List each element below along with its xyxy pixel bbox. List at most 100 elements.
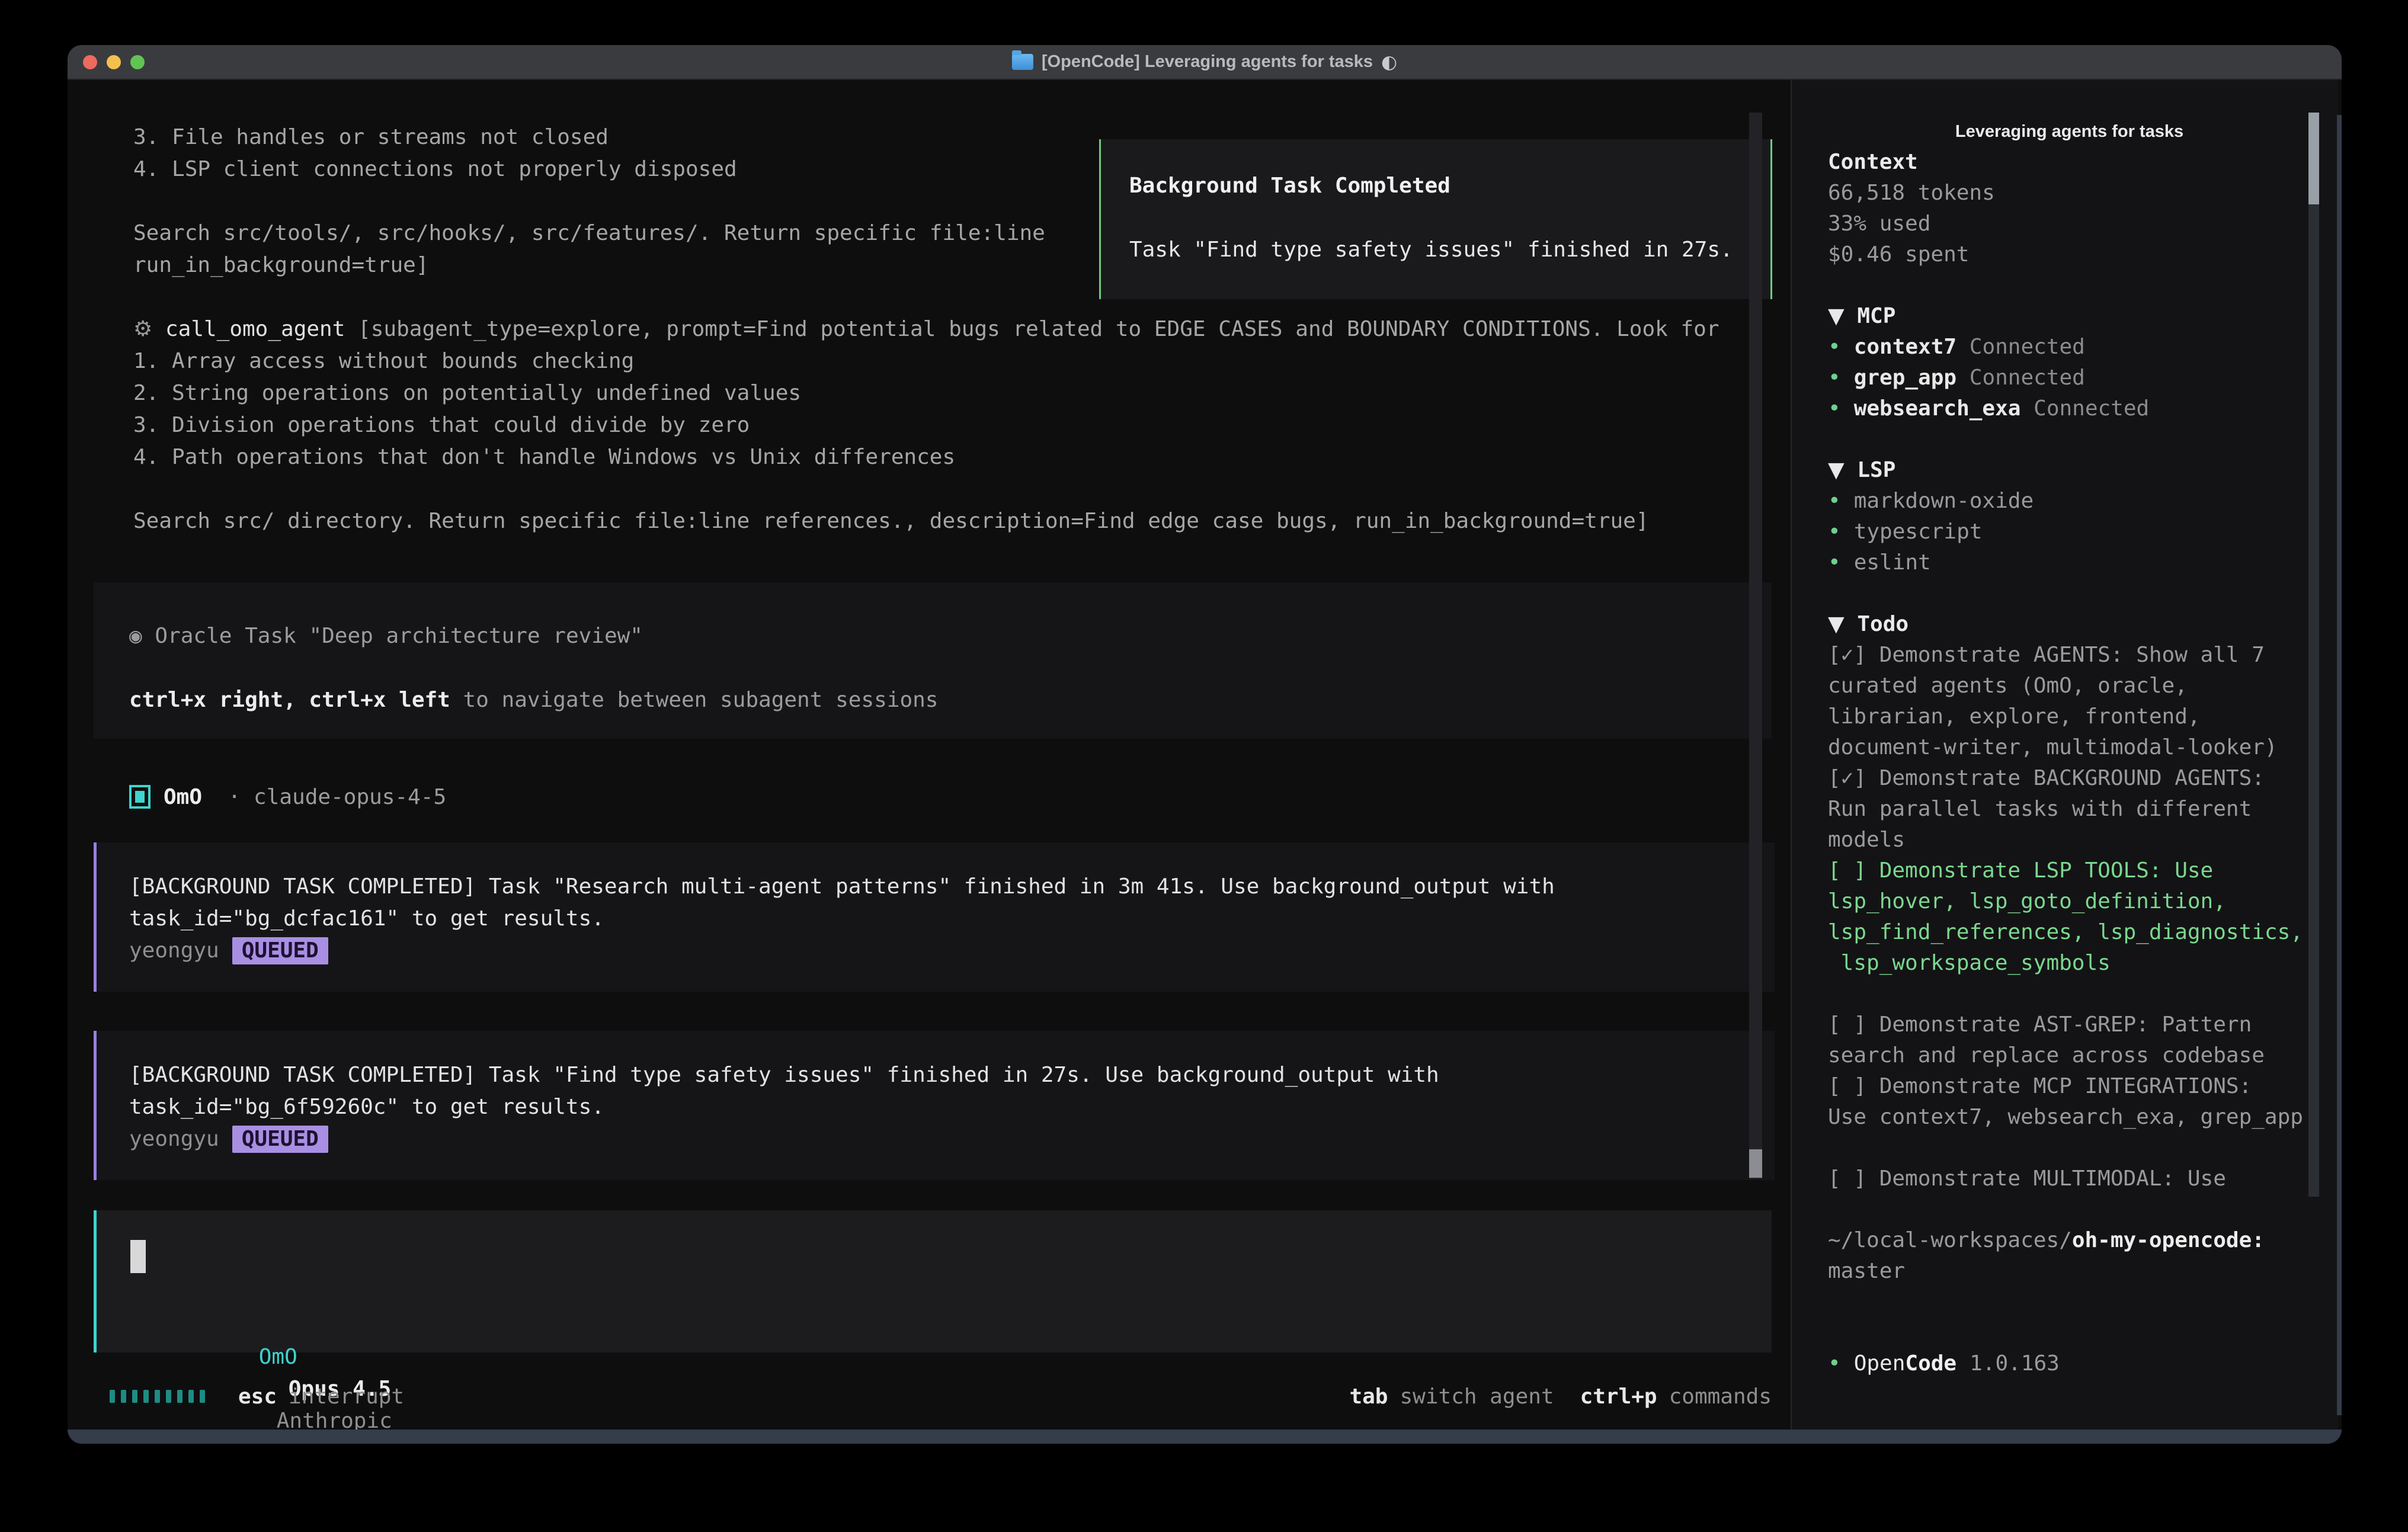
ctrlp-key-hint: ctrl+p <box>1580 1384 1657 1409</box>
tool-call-block: ⚙ call_omo_agent [subagent_type=explore,… <box>133 313 1767 537</box>
esc-key-label: interrupt <box>289 1384 404 1409</box>
bullet-icon: • <box>1828 1351 1841 1376</box>
spacer <box>133 473 1767 505</box>
context-heading: Context <box>1828 147 2311 178</box>
spacer <box>1828 1194 2311 1225</box>
traffic-lights <box>83 45 145 79</box>
todo-item-active: lsp_find_references, lsp_diagnostics, <box>1828 917 2311 948</box>
agent-avatar-icon <box>129 785 150 809</box>
status-bar: esc interrupt tab switch agent ctrl+p co… <box>110 1380 1772 1412</box>
todo-item-active: lsp_workspace_symbols <box>1828 948 2311 979</box>
task-message: [BACKGROUND TASK COMPLETED] Task "Find t… <box>94 1031 1775 1180</box>
bullet-icon: • <box>1828 550 1841 575</box>
section-todo[interactable]: ▼ Todo <box>1828 609 2311 640</box>
prompt-input[interactable]: OmO Opus 4.5 Anthropic <box>94 1210 1772 1352</box>
window-right-edge <box>2337 115 2342 1415</box>
todo-item: Use context7, websearch_exa, grep_app <box>1828 1102 2311 1133</box>
section-lsp[interactable]: ▼ LSP <box>1828 455 2311 486</box>
context-tokens: 66,518 tokens <box>1828 178 2311 209</box>
agent-model: · claude-opus-4-5 <box>215 785 446 809</box>
bullet-icon: • <box>1828 489 1841 513</box>
activity-spinner-icon <box>110 1390 205 1403</box>
close-button[interactable] <box>83 55 97 69</box>
window-title: [OpenCode] Leveraging agents for tasks <box>1042 52 1373 72</box>
todo-item: [✓] Demonstrate BACKGROUND AGENTS: <box>1828 763 2311 794</box>
task-author: yeongyu <box>129 935 219 967</box>
sidebar: Leveraging agents for tasks Context 66,5… <box>1828 116 2311 1379</box>
tool-arg-item: 3. Division operations that could divide… <box>133 409 1767 441</box>
bullet-icon: • <box>1828 366 1841 390</box>
agent-header: OmO · claude-opus-4-5 <box>129 781 446 813</box>
sidebar-scrollbar-track[interactable] <box>2308 113 2319 1197</box>
terminal-body: 3. File handles or streams not closed 4.… <box>68 80 2342 1430</box>
chat-scrollbar-thumb[interactable] <box>1749 1149 1762 1178</box>
ctrlp-key-label: commands <box>1669 1384 1772 1409</box>
background-task-toast: Background Task Completed Task "Find typ… <box>1099 139 1772 299</box>
task-author: yeongyu <box>129 1123 219 1155</box>
window-bottom-edge <box>68 1430 2342 1444</box>
window-title-group: [OpenCode] Leveraging agents for tasks ◐ <box>1012 45 1397 79</box>
task-message-line: [BACKGROUND TASK COMPLETED] Task "Resear… <box>129 871 1555 903</box>
tool-arg-tail: Search src/ directory. Return specific f… <box>133 505 1767 537</box>
task-message-line: task_id="bg_dcfac161" to get results. <box>129 903 604 935</box>
chevron-down-icon: ▼ <box>1828 612 1845 636</box>
shortcut-keys: ctrl+x right, ctrl+x left <box>129 688 450 712</box>
mcp-item: •websearch_exa Connected <box>1828 393 2311 424</box>
version-line: •OpenCode1.0.163 <box>1828 1348 2311 1379</box>
task-message: [BACKGROUND TASK COMPLETED] Task "Resear… <box>94 842 1775 992</box>
session-title: Leveraging agents for tasks <box>1955 116 2183 147</box>
input-agent-label: OmO <box>259 1345 297 1369</box>
tool-arg-item: 2. String operations on potentially unde… <box>133 377 1767 409</box>
shortcut-hint: to navigate between subagent sessions <box>450 688 939 712</box>
spacer <box>1828 1287 2311 1318</box>
spacer <box>1828 270 2311 301</box>
toast-body: Task "Find type safety issues" finished … <box>1129 234 1733 266</box>
input-meta: OmO Opus 4.5 Anthropic <box>130 1309 392 1341</box>
todo-item: [✓] Demonstrate AGENTS: Show all 7 <box>1828 640 2311 671</box>
bullet-icon: • <box>1828 396 1841 421</box>
status-badge: QUEUED <box>232 1126 328 1153</box>
tab-key-hint: tab <box>1349 1384 1388 1409</box>
todo-item: [ ] Demonstrate MULTIMODAL: Use <box>1828 1164 2311 1194</box>
terminal-window: [OpenCode] Leveraging agents for tasks ◐… <box>68 45 2342 1444</box>
lsp-item: •eslint <box>1828 547 2311 578</box>
section-mcp[interactable]: ▼ MCP <box>1828 301 2311 332</box>
oracle-task-title: Oracle Task "Deep architecture review" <box>155 624 643 648</box>
mcp-item: •grep_app Connected <box>1828 363 2311 393</box>
chevron-down-icon: ▼ <box>1828 304 1845 328</box>
task-message-line: [BACKGROUND TASK COMPLETED] Task "Find t… <box>129 1059 1439 1091</box>
esc-key-hint: esc <box>238 1384 277 1409</box>
workspace-branch: master <box>1828 1256 2311 1287</box>
todo-item: search and replace across codebase <box>1828 1040 2311 1071</box>
spacer <box>1828 1133 2311 1164</box>
chevron-down-icon: ▼ <box>1828 458 1845 482</box>
spacer <box>1828 424 2311 455</box>
sidebar-scrollbar-thumb[interactable] <box>2308 113 2319 204</box>
todo-item: [ ] Demonstrate AST-GREP: Pattern <box>1828 1009 2311 1040</box>
oracle-task-card: ◉ Oracle Task "Deep architecture review"… <box>94 582 1772 739</box>
chat-scrollbar-track[interactable] <box>1749 113 1762 1179</box>
spacer <box>1828 578 2311 609</box>
titlebar[interactable]: [OpenCode] Leveraging agents for tasks ◐ <box>68 45 2342 80</box>
todo-item: [ ] Demonstrate MCP INTEGRATIONS: <box>1828 1071 2311 1102</box>
todo-item: curated agents (OmO, oracle, <box>1828 671 2311 701</box>
toast-title: Background Task Completed <box>1129 170 1450 202</box>
todo-item: document-writer, multimodal-looker) <box>1828 732 2311 763</box>
spacer <box>1828 979 2311 1009</box>
bullet-icon: • <box>1828 520 1841 544</box>
tool-call-header: ⚙ call_omo_agent [subagent_type=explore,… <box>133 313 1767 345</box>
minimize-button[interactable] <box>107 55 121 69</box>
tab-key-label: switch agent <box>1400 1384 1554 1409</box>
tool-arg-item: 4. Path operations that don't handle Win… <box>133 441 1767 473</box>
desktop: [OpenCode] Leveraging agents for tasks ◐… <box>0 0 2408 1532</box>
maximize-button[interactable] <box>130 55 145 69</box>
todo-item: models <box>1828 825 2311 855</box>
spacer <box>1828 1318 2311 1348</box>
text-cursor <box>130 1240 146 1273</box>
todo-item-active: lsp_hover, lsp_goto_definition, <box>1828 886 2311 917</box>
tool-name: call_omo_agent <box>165 317 345 341</box>
agent-name: OmO <box>164 785 202 809</box>
busy-indicator-icon: ◐ <box>1381 52 1397 73</box>
tool-arg-item: 1. Array access without bounds checking <box>133 345 1767 377</box>
bullet-icon: • <box>1828 335 1841 359</box>
